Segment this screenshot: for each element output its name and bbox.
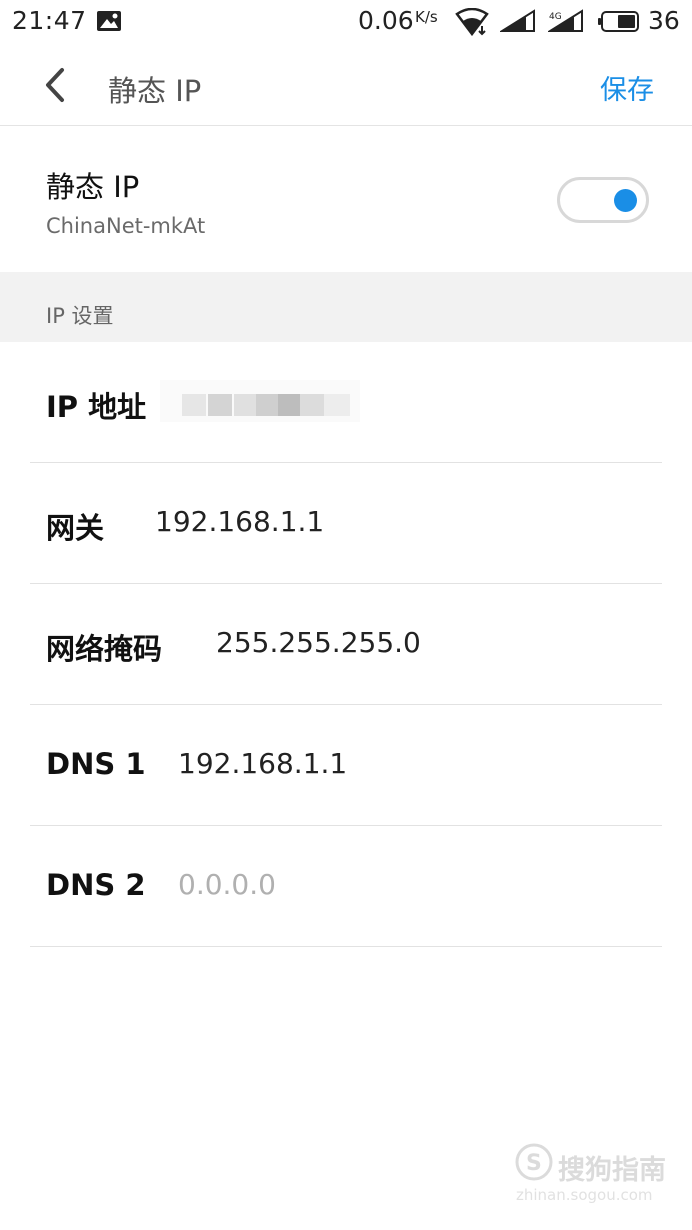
static-ip-label: 静态 IP <box>46 170 140 204</box>
image-notification-icon <box>97 11 121 31</box>
dns1-label: DNS 1 <box>46 747 146 781</box>
network-speed: 0.06 <box>358 6 414 35</box>
svg-text:4G: 4G <box>549 12 562 22</box>
status-bar: 21:47 0.06 K/s 4G 36 <box>0 0 692 44</box>
dns2-input[interactable]: 0.0.0.0 <box>178 868 276 901</box>
row-divider <box>30 946 662 947</box>
netmask-label: 网络掩码 <box>46 632 163 666</box>
back-arrow-icon[interactable] <box>36 64 76 106</box>
ip-address-label: IP 地址 <box>46 390 147 424</box>
svg-text:S: S <box>526 1151 542 1176</box>
wifi-icon <box>455 8 489 36</box>
network-speed-unit: K/s <box>415 8 438 26</box>
gateway-label: 网关 <box>46 511 105 545</box>
dns2-row[interactable]: DNS 2 0.0.0.0 <box>0 826 692 947</box>
switch-knob <box>614 189 637 212</box>
static-ip-toggle-row[interactable]: 静态 IP ChinaNet-mkAt <box>0 126 692 272</box>
dns1-input[interactable]: 192.168.1.1 <box>178 747 347 780</box>
battery-level: 36 <box>648 6 680 35</box>
watermark: S 搜狗指南 zhinan.sogou.com <box>514 1140 684 1210</box>
save-button[interactable]: 保存 <box>600 68 654 107</box>
ip-address-row[interactable]: IP 地址 <box>0 342 692 463</box>
page-title: 静态 IP <box>108 74 202 108</box>
ip-address-input[interactable] <box>160 372 360 428</box>
watermark-text: 搜狗指南 <box>558 1155 666 1186</box>
netmask-row[interactable]: 网络掩码 255.255.255.0 <box>0 584 692 705</box>
gateway-row[interactable]: 网关 192.168.1.1 <box>0 463 692 584</box>
signal-icon <box>500 9 535 32</box>
network-name: ChinaNet-mkAt <box>46 214 206 238</box>
status-time: 21:47 <box>12 6 87 35</box>
battery-icon <box>598 11 639 32</box>
title-bar: 静态 IP 保存 <box>0 44 692 126</box>
section-header: IP 设置 <box>0 272 692 342</box>
signal-4g-icon: 4G <box>548 9 583 32</box>
dns1-row[interactable]: DNS 1 192.168.1.1 <box>0 705 692 826</box>
gateway-input[interactable]: 192.168.1.1 <box>155 505 324 538</box>
watermark-url: zhinan.sogou.com <box>516 1186 653 1204</box>
netmask-input[interactable]: 255.255.255.0 <box>216 626 421 659</box>
static-ip-switch[interactable] <box>557 177 649 223</box>
dns2-label: DNS 2 <box>46 868 146 902</box>
section-title: IP 设置 <box>46 304 114 328</box>
sogou-logo-icon: S <box>515 1143 553 1181</box>
